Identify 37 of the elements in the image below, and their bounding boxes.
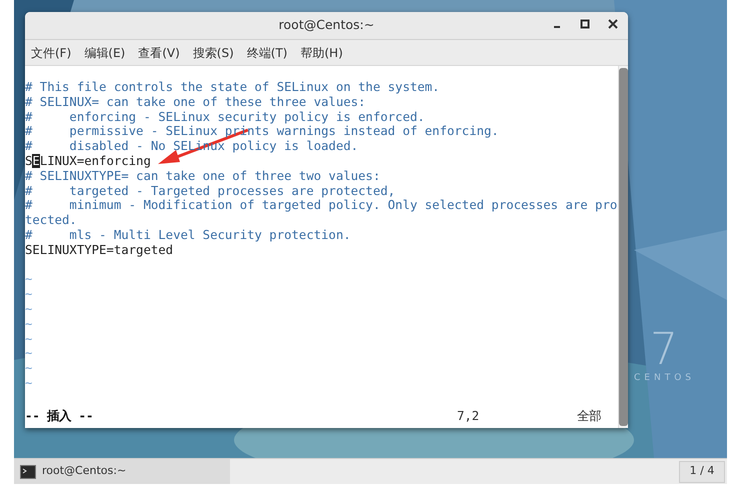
code-line: SELINUX=enforcing bbox=[25, 154, 152, 169]
close-icon[interactable] bbox=[608, 19, 618, 29]
comment-line: # SELINUX= can take one of these three values: bbox=[25, 94, 367, 110]
comment-line: # This file controls the state of SELinux on the system. bbox=[25, 80, 441, 95]
empty-line-marker: ~ bbox=[25, 302, 32, 317]
empty-line-marker: ~ bbox=[25, 376, 32, 391]
comment-line: # enforcing - SELinux security policy is enforced. bbox=[25, 110, 426, 124]
empty-line-marker: ~ bbox=[25, 316, 32, 332]
scrollbar[interactable] bbox=[618, 66, 628, 428]
workspace-pager[interactable]: 1 / 4 bbox=[679, 460, 725, 482]
cursor-position: 7,2 bbox=[457, 409, 480, 424]
empty-line-marker: ~ bbox=[25, 332, 32, 346]
menu-item[interactable]: 终端(T) bbox=[246, 44, 288, 62]
comment-line: # targeted - Targeted processes are protected, bbox=[25, 184, 396, 198]
empty-line-marker: ~ bbox=[25, 272, 32, 288]
maximize-icon[interactable] bbox=[580, 19, 590, 29]
comment-line: # minimum - Modification of targeted policy. Only selected processes are pro bbox=[25, 198, 618, 214]
window-title: root@Centos:~ bbox=[278, 16, 374, 34]
task-label: root@Centos:~ bbox=[42, 463, 126, 480]
empty-line-marker: ~ bbox=[25, 287, 32, 302]
menu-item[interactable]: 搜索(S) bbox=[192, 44, 234, 62]
task-button[interactable]: root@Centos:~ bbox=[14, 459, 230, 484]
empty-line-marker: ~ bbox=[25, 361, 32, 376]
menu-item[interactable]: 帮助(H) bbox=[300, 44, 343, 62]
comment-line: # SELINUXTYPE= can take one of three two values: bbox=[25, 168, 382, 184]
scroll-indicator: 全部 bbox=[577, 409, 601, 424]
menu-item[interactable]: 查看(V) bbox=[138, 44, 180, 62]
logo-number: 7 bbox=[650, 328, 678, 372]
comment-line: # mls - Multi Level Security protection. bbox=[25, 228, 352, 243]
code-line: SELINUXTYPE=targeted bbox=[25, 242, 174, 258]
menu-item[interactable]: 文件(F) bbox=[31, 44, 72, 62]
empty-line-marker: ~ bbox=[25, 346, 32, 362]
menu-item[interactable]: 编辑(E) bbox=[84, 44, 126, 62]
comment-line: tected. bbox=[25, 213, 78, 228]
mode-indicator: -- 插入 -- bbox=[25, 409, 94, 424]
terminal-icon bbox=[20, 464, 36, 478]
logo-text: CENTOS bbox=[634, 372, 695, 385]
